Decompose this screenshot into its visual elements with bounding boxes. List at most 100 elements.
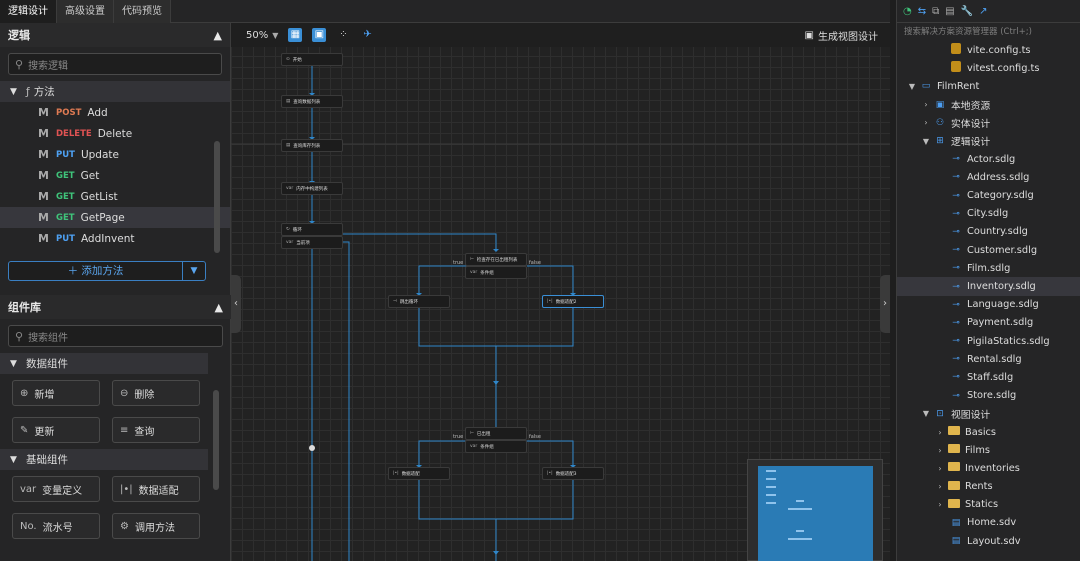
logic-section-header[interactable]: 逻辑 ▲ <box>0 23 230 47</box>
flow-node-build-list[interactable]: var 内存中构建列表 <box>281 182 343 195</box>
components-section-header[interactable]: 组件库 ▲ <box>0 295 231 319</box>
data-components-group[interactable]: ▼ 数据组件 <box>0 353 208 374</box>
tree-item-rents[interactable]: › Rents <box>897 478 1080 496</box>
flow-node-start[interactable]: ⊙ 开始 <box>281 53 343 66</box>
project-icon: ▭ <box>921 81 931 92</box>
component-delete[interactable]: ⊖ 删除 <box>112 380 200 406</box>
tree-item-layout-sdv[interactable]: ▤ Layout.sdv <box>897 532 1080 550</box>
flow-node-condition-group[interactable]: var 条件组 <box>465 266 527 279</box>
method-item-addinvent[interactable]: M PUT AddInvent <box>0 228 230 249</box>
flow-node-break-loop[interactable]: ⊣ 跳出循环 <box>388 295 450 308</box>
wrench-icon[interactable]: 🔧 <box>961 6 973 17</box>
components-search-input[interactable]: ⚲ 搜索组件 <box>8 325 223 347</box>
method-item-getlist[interactable]: M GET GetList <box>0 186 230 207</box>
component-call-method[interactable]: ⚙ 调用方法 <box>112 513 200 539</box>
tree-item-逻辑设计[interactable]: ▼ ⊞ 逻辑设计 <box>897 132 1080 150</box>
tree-item-customer-sdlg[interactable]: ⊸ Customer.sdlg <box>897 241 1080 259</box>
chevron-right-icon[interactable]: › <box>921 118 931 127</box>
add-method-button[interactable]: ＋ 添加方法 ▼ <box>8 261 206 281</box>
tree-item-basics[interactable]: › Basics <box>897 423 1080 441</box>
chevron-down-icon[interactable]: ▼ <box>921 137 931 146</box>
tree-item-filmrent[interactable]: ▼ ▭ FilmRent <box>897 77 1080 95</box>
chevron-right-icon[interactable]: › <box>935 500 945 509</box>
tree-item-category-sdlg[interactable]: ⊸ Category.sdlg <box>897 187 1080 205</box>
tree-item-staff-sdlg[interactable]: ⊸ Staff.sdlg <box>897 368 1080 386</box>
tree-item-vite-config-ts[interactable]: vite.config.ts <box>897 41 1080 59</box>
tree-item-inventory-sdlg[interactable]: ⊸ Inventory.sdlg <box>897 277 1080 296</box>
component-data-adapt[interactable]: |•| 数据适配 <box>112 476 200 502</box>
sync-icon[interactable]: ◔ <box>903 6 912 17</box>
tab-code-preview[interactable]: 代码预览 <box>114 0 171 23</box>
copy-icon[interactable]: ⧉ <box>932 6 939 17</box>
collapse-right-handle[interactable]: › <box>880 275 890 333</box>
tree-item-payment-sdlg[interactable]: ⊸ Payment.sdlg <box>897 314 1080 332</box>
chevron-right-icon[interactable]: › <box>935 446 945 455</box>
components-section: 组件库 ▲ ⚲ 搜索组件 ▼ 数据组件 ⊕ 新增 ⊖ 删除 ✎ 更新 ≡ 查询 ▼ 基础组件 … <box>0 295 231 545</box>
method-item-update[interactable]: M PUT Update <box>0 144 230 165</box>
chevron-right-icon[interactable]: › <box>935 482 945 491</box>
minimap[interactable] <box>747 459 883 561</box>
collapse-left-handle[interactable]: ‹ <box>231 275 241 333</box>
chevron-down-icon[interactable]: ▼ <box>921 409 931 418</box>
component-serial-number[interactable]: No. 流水号 <box>12 513 100 539</box>
tab-logic-design[interactable]: 逻辑设计 <box>0 0 57 23</box>
tree-item-vitest-config-ts[interactable]: vitest.config.ts <box>897 59 1080 77</box>
tree-item-本地资源[interactable]: › ▣ 本地资源 <box>897 96 1080 114</box>
methods-group[interactable]: ▼ ƒ 方法 <box>0 81 230 102</box>
flow-node-query-data-list[interactable]: ▤ 查询数据列表 <box>281 95 343 108</box>
chevron-right-icon[interactable]: › <box>921 100 931 109</box>
tree-item-language-sdlg[interactable]: ⊸ Language.sdlg <box>897 296 1080 314</box>
flow-node-loop[interactable]: ↻ 循环 <box>281 223 343 236</box>
tree-item-store-sdlg[interactable]: ⊸ Store.sdlg <box>897 387 1080 405</box>
tree-item-actor-sdlg[interactable]: ⊸ Actor.sdlg <box>897 150 1080 168</box>
flow-node-data-adapt[interactable]: |•| 数据适配 <box>388 467 450 480</box>
tree-item-inventories[interactable]: › Inventories <box>897 459 1080 477</box>
component-query[interactable]: ≡ 查询 <box>112 417 200 443</box>
method-item-add[interactable]: M POST Add <box>0 102 230 123</box>
collapse-up-icon[interactable]: ▲ <box>214 29 222 42</box>
paste-icon[interactable]: ▤ <box>945 6 954 17</box>
flow-canvas[interactable]: 50% ▼ ▦ ▣ ⁘ ✈ ▣ 生成视图设计 ⊙ 开始 ▤ 查询数据列表 ▤ 查… <box>231 23 890 561</box>
data-components-grid: ⊕ 新增 ⊖ 删除 ✎ 更新 ≡ 查询 <box>0 374 231 449</box>
flow-node-check-rented[interactable]: ⊢ 检查存在已出租列表 <box>465 253 527 266</box>
add-method-dropdown-icon[interactable]: ▼ <box>183 262 205 280</box>
tree-item-label: Rents <box>965 481 993 493</box>
chevron-right-icon[interactable]: › <box>935 428 945 437</box>
flow-node-current-item[interactable]: var 当前项 <box>281 236 343 249</box>
swap-icon[interactable]: ⇆ <box>918 6 926 17</box>
chevron-down-icon[interactable]: ▼ <box>907 82 917 91</box>
collapse-up-icon[interactable]: ▲ <box>215 301 223 314</box>
tree-item-rental-sdlg[interactable]: ⊸ Rental.sdlg <box>897 350 1080 368</box>
basic-components-group[interactable]: ▼ 基础组件 <box>0 449 208 470</box>
tree-item-film-sdlg[interactable]: ⊸ Film.sdlg <box>897 259 1080 277</box>
chevron-right-icon[interactable]: › <box>935 464 945 473</box>
solution-search-input[interactable]: 搜索解决方案资源管理器 (Ctrl+;) <box>897 23 1080 41</box>
function-icon: ƒ <box>26 85 30 98</box>
flow-node-rented[interactable]: ⊢ 已出租 <box>465 427 527 440</box>
tree-item-statics[interactable]: › Statics <box>897 496 1080 514</box>
flow-node-query-inventory-list[interactable]: ▤ 查询库存列表 <box>281 139 343 152</box>
flow-node-condition-group-2[interactable]: var 条件组 <box>465 440 527 453</box>
tree-item-实体设计[interactable]: › ⚇ 实体设计 <box>897 114 1080 132</box>
component-add[interactable]: ⊕ 新增 <box>12 380 100 406</box>
tree-item-address-sdlg[interactable]: ⊸ Address.sdlg <box>897 168 1080 186</box>
tree-item-country-sdlg[interactable]: ⊸ Country.sdlg <box>897 223 1080 241</box>
tree-item-city-sdlg[interactable]: ⊸ City.sdlg <box>897 205 1080 223</box>
tree-item-pigilastatics-sdlg[interactable]: ⊸ PigilaStatics.sdlg <box>897 332 1080 350</box>
component-update[interactable]: ✎ 更新 <box>12 417 100 443</box>
components-scrollbar[interactable] <box>213 390 219 490</box>
pin-icon[interactable]: ↗ <box>979 6 987 17</box>
logic-scrollbar[interactable] <box>214 141 220 253</box>
logic-search-input[interactable]: ⚲ 搜索逻辑 <box>8 53 222 75</box>
method-item-delete[interactable]: M DELETE Delete <box>0 123 230 144</box>
component-variable-define[interactable]: var 变量定义 <box>12 476 100 502</box>
flow-node-data-adapt-3[interactable]: |•| 数据适配3 <box>542 467 604 480</box>
tree-item-label: Layout.sdv <box>967 535 1021 547</box>
tree-item-home-sdv[interactable]: ▤ Home.sdv <box>897 514 1080 532</box>
method-item-get[interactable]: M GET Get <box>0 165 230 186</box>
tree-item-films[interactable]: › Films <box>897 441 1080 459</box>
tree-item-视图设计[interactable]: ▼ ⊡ 视图设计 <box>897 405 1080 423</box>
method-item-getpage[interactable]: M GET GetPage <box>0 207 230 228</box>
tab-advanced-settings[interactable]: 高级设置 <box>57 0 114 23</box>
flow-node-data-adapt-2[interactable]: |•| 数据适配2 <box>542 295 604 308</box>
